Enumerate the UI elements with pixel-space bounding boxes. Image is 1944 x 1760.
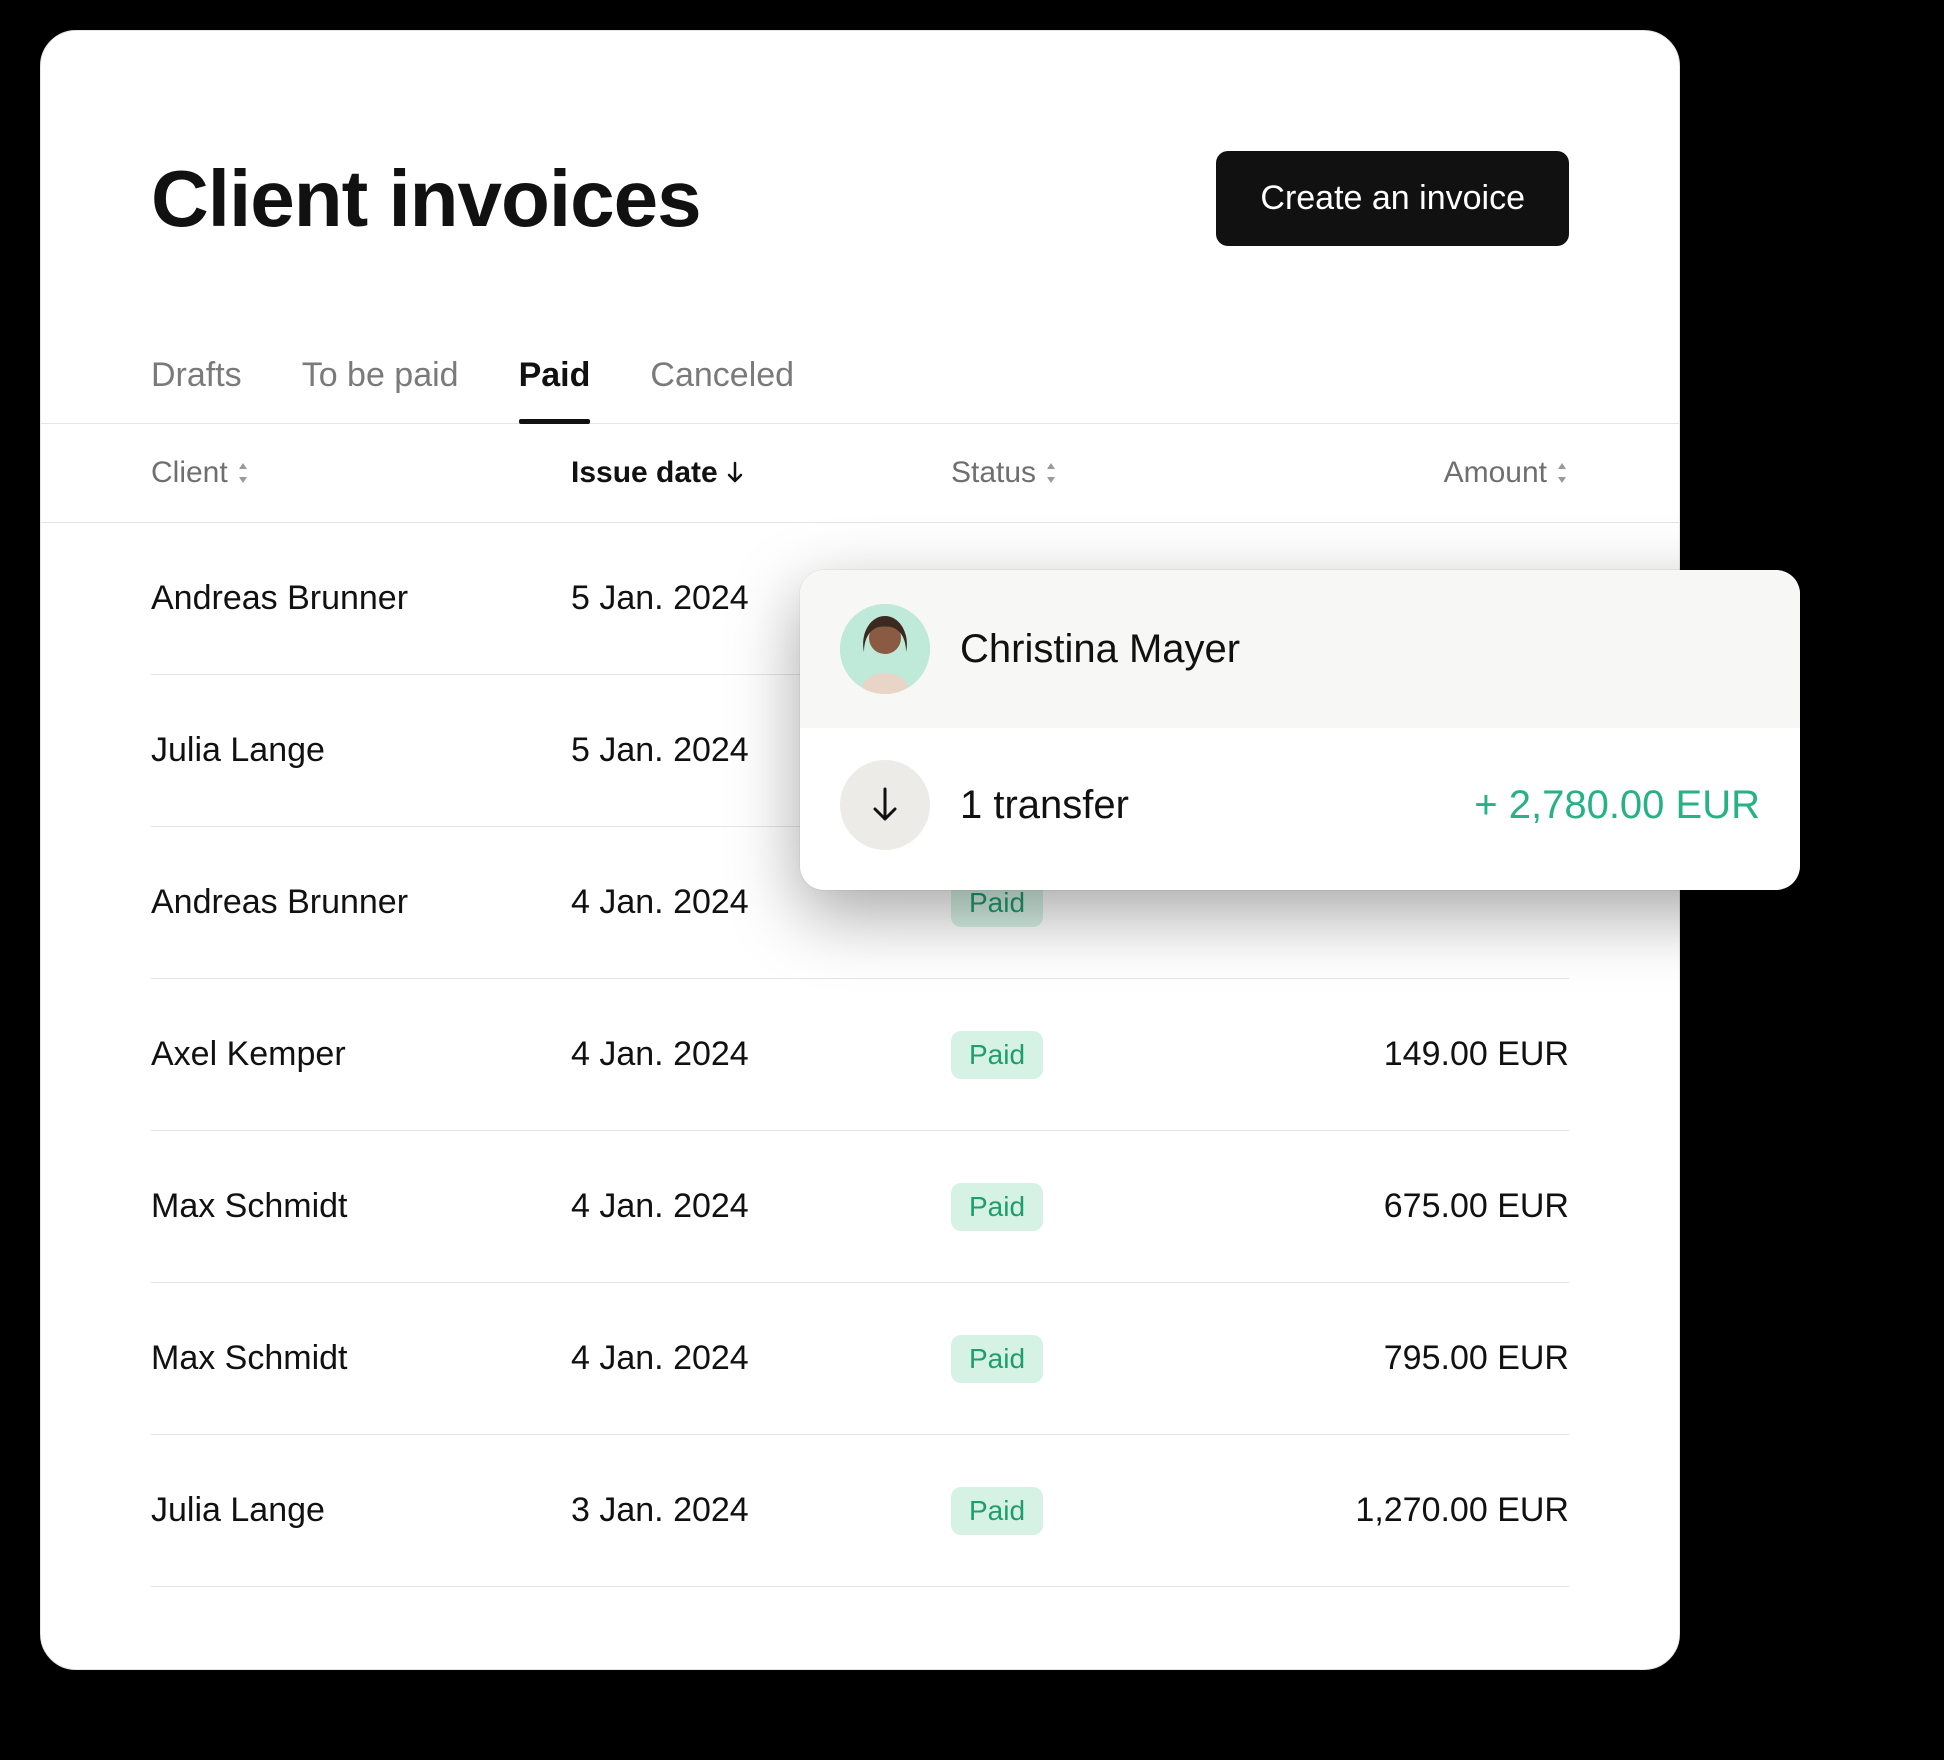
cell-client: Max Schmidt: [151, 1187, 571, 1226]
arrow-down-icon: [726, 461, 744, 485]
cell-status: Paid: [951, 1183, 1251, 1231]
status-badge: Paid: [951, 1335, 1043, 1383]
col-amount-label: Amount: [1444, 456, 1547, 490]
col-client[interactable]: Client: [151, 456, 571, 490]
table-row[interactable]: Julia Lange 3 Jan. 2024 Paid 1,270.00 EU…: [151, 1435, 1569, 1587]
cell-client: Andreas Brunner: [151, 579, 571, 618]
col-amount[interactable]: Amount: [1251, 456, 1569, 490]
table-header: Client Issue date Status Amount: [41, 424, 1679, 523]
col-status[interactable]: Status: [951, 456, 1251, 490]
cell-client: Axel Kemper: [151, 1035, 571, 1074]
cell-date: 4 Jan. 2024: [571, 1187, 951, 1226]
transfer-amount: + 2,780.00 EUR: [1474, 783, 1760, 828]
page-title: Client invoices: [151, 153, 701, 245]
col-issue-date-label: Issue date: [571, 456, 718, 490]
cell-status: Paid: [951, 1335, 1251, 1383]
cell-client: Julia Lange: [151, 731, 571, 770]
popover-header: Christina Mayer: [800, 570, 1800, 728]
tab-canceled[interactable]: Canceled: [650, 356, 794, 423]
status-badge: Paid: [951, 1031, 1043, 1079]
cell-date: 4 Jan. 2024: [571, 1035, 951, 1074]
cell-amount: 795.00 EUR: [1251, 1339, 1569, 1378]
cell-amount: 675.00 EUR: [1251, 1187, 1569, 1226]
sort-icon: [1044, 463, 1058, 483]
tab-to-be-paid[interactable]: To be paid: [302, 356, 459, 423]
tab-paid[interactable]: Paid: [519, 356, 591, 423]
cell-client: Julia Lange: [151, 1491, 571, 1530]
avatar: [840, 604, 930, 694]
cell-status: Paid: [951, 1031, 1251, 1079]
cell-amount: 1,270.00 EUR: [1251, 1491, 1569, 1530]
tabs: Drafts To be paid Paid Canceled: [41, 356, 1679, 424]
status-badge: Paid: [951, 1487, 1043, 1535]
col-issue-date[interactable]: Issue date: [571, 456, 951, 490]
cell-client: Max Schmidt: [151, 1339, 571, 1378]
cell-date: 3 Jan. 2024: [571, 1491, 951, 1530]
sort-icon: [1555, 463, 1569, 483]
status-badge: Paid: [951, 1183, 1043, 1231]
incoming-transfer-icon: [840, 760, 930, 850]
transfer-popover[interactable]: Christina Mayer 1 transfer + 2,780.00 EU…: [800, 570, 1800, 890]
col-client-label: Client: [151, 456, 228, 490]
transfer-count-label: 1 transfer: [960, 783, 1129, 828]
popover-client-name: Christina Mayer: [960, 627, 1240, 672]
cell-status: Paid: [951, 1487, 1251, 1535]
sort-icon: [236, 463, 250, 483]
table-row[interactable]: Axel Kemper 4 Jan. 2024 Paid 149.00 EUR: [151, 979, 1569, 1131]
popover-body: 1 transfer + 2,780.00 EUR: [800, 728, 1800, 890]
header: Client invoices Create an invoice: [151, 151, 1569, 246]
cell-amount: 149.00 EUR: [1251, 1035, 1569, 1074]
cell-date: 4 Jan. 2024: [571, 1339, 951, 1378]
create-invoice-button[interactable]: Create an invoice: [1216, 151, 1569, 246]
cell-client: Andreas Brunner: [151, 883, 571, 922]
table-row[interactable]: Max Schmidt 4 Jan. 2024 Paid 675.00 EUR: [151, 1131, 1569, 1283]
col-status-label: Status: [951, 456, 1036, 490]
table-row[interactable]: Max Schmidt 4 Jan. 2024 Paid 795.00 EUR: [151, 1283, 1569, 1435]
tab-drafts[interactable]: Drafts: [151, 356, 242, 423]
